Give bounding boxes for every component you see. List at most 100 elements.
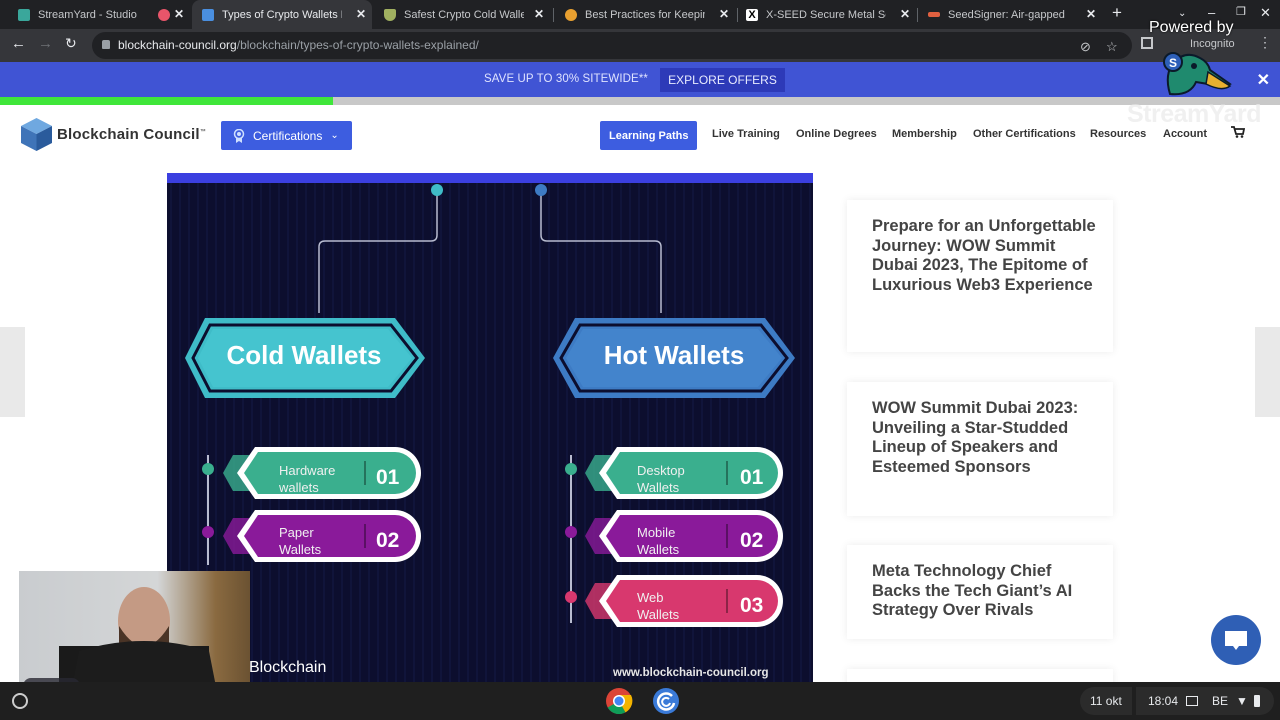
sun-favicon-icon (565, 8, 577, 21)
keyboard-locale: BE (1212, 694, 1229, 708)
nav-live-training[interactable]: Live Training (712, 128, 780, 140)
infographic-brand: Blockchain (249, 659, 327, 676)
close-tab-icon[interactable]: ✕ (174, 7, 184, 21)
prev-slide-tab[interactable] (0, 327, 25, 417)
blockchain-council-favicon-icon (202, 8, 214, 21)
explore-offers-button[interactable]: EXPLORE OFFERS (660, 68, 785, 92)
close-banner-icon[interactable]: ✕ (1257, 70, 1270, 90)
nav-account[interactable]: Account (1163, 128, 1207, 140)
cold-wallets-title: Cold Wallets (226, 340, 382, 370)
wallet-item-number: 01 (376, 466, 400, 489)
label-line: Web (637, 590, 664, 605)
tab-seedsigner[interactable]: SeedSigner: Air-gapped DIY B ✕ (918, 0, 1102, 29)
new-tab-button[interactable]: + (1112, 3, 1122, 23)
wallet-item-number: 03 (740, 594, 764, 617)
tab-separator (553, 8, 554, 22)
lock-icon (102, 40, 110, 49)
clock-time: 18:04 (1148, 694, 1179, 708)
side-panel-icon[interactable] (1141, 37, 1153, 49)
promo-text: SAVE UP TO 30% SITEWIDE** (484, 73, 648, 85)
tracking-protection-eye-off-icon[interactable]: ⊘ (1080, 39, 1091, 55)
x-seed-favicon-icon: X (746, 8, 758, 21)
close-tab-icon[interactable]: ✕ (719, 7, 729, 21)
nav-learning-paths[interactable]: Learning Paths (600, 121, 698, 150)
launcher-circle-icon[interactable] (12, 693, 28, 709)
wallet-types-infographic: Cold Wallets Hot Wallets Hardware wallets… (167, 173, 813, 682)
url-text: blockchain-council.org/blockchain/types-… (118, 38, 479, 52)
label-line: Paper (279, 525, 314, 540)
restore-icon[interactable]: ❐ (1236, 5, 1246, 18)
address-bar[interactable]: blockchain-council.org/blockchain/types-… (92, 32, 1132, 59)
reload-icon[interactable]: ↻ (65, 35, 77, 52)
date-tray[interactable]: 11 okt (1080, 687, 1132, 715)
wallet-item-number: 02 (376, 529, 400, 552)
next-slide-tab[interactable] (1255, 327, 1280, 417)
nav-membership[interactable]: Membership (892, 128, 957, 140)
label-line: Mobile (637, 525, 676, 540)
tab-label: StreamYard - Studio (38, 8, 137, 21)
tab-types-of-crypto-wallets[interactable]: Types of Crypto Wallets Expl ✕ (192, 0, 372, 29)
streamyard-watermark: StreamYard (1127, 100, 1261, 128)
url-domain: blockchain-council.org (118, 38, 237, 52)
article-card[interactable] (847, 669, 1113, 682)
streamyard-favicon-icon (18, 8, 30, 21)
screen-cast-icon (1186, 696, 1199, 706)
tab-label: X-SEED Secure Metal Seed P (766, 8, 886, 21)
minimize-icon[interactable]: – (1208, 5, 1215, 20)
tab-streamyard[interactable]: StreamYard - Studio (8, 0, 153, 29)
label-line: Wallets (637, 542, 680, 557)
back-arrow-icon[interactable]: ← (11, 35, 26, 52)
wallet-item-number: 01 (740, 466, 764, 489)
close-tab-icon[interactable]: ✕ (534, 7, 544, 21)
tab-safest-cold-wallet[interactable]: Safest Crypto Cold Wallet | C ✕ (374, 0, 550, 29)
timeline-dot (202, 463, 214, 475)
nav-other-certifications[interactable]: Other Certifications (973, 128, 1076, 140)
label-line: wallets (279, 480, 319, 495)
promo-banner: SAVE UP TO 30% SITEWIDE** EXPLORE OFFERS… (0, 62, 1280, 97)
label-line: Hardware (279, 463, 336, 478)
wifi-icon: ▼ (1236, 694, 1248, 708)
article-card[interactable]: Prepare for an Unforgettable Journey: WO… (847, 200, 1113, 352)
close-tab-icon[interactable]: ✕ (1086, 7, 1096, 21)
forward-arrow-icon[interactable]: → (38, 35, 53, 52)
wallet-item-label: Paper Wallets (279, 524, 369, 558)
article-title[interactable]: Meta Technology Chief Backs the Tech Gia… (872, 562, 1102, 621)
close-window-icon[interactable]: ✕ (1260, 5, 1271, 21)
wallet-item-label: Web Wallets (637, 589, 727, 623)
reading-progress-bar (0, 97, 1280, 105)
tab-best-practices[interactable]: Best Practices for Keeping S ✕ (555, 0, 735, 29)
os-shelf: 11 okt 18:04 BE ▼ (0, 682, 1280, 720)
label-line: Desktop (637, 463, 685, 478)
tab-label: Best Practices for Keeping S (585, 8, 705, 21)
chat-widget-button[interactable] (1211, 615, 1261, 665)
article-title[interactable]: Prepare for an Unforgettable Journey: WO… (872, 217, 1102, 295)
article-card[interactable]: Meta Technology Chief Backs the Tech Gia… (847, 545, 1113, 639)
close-tab-icon[interactable]: ✕ (356, 7, 366, 21)
powered-by-text: Powered by (1149, 19, 1234, 36)
article-title[interactable]: WOW Summit Dubai 2023: Unveiling a Star-… (872, 399, 1102, 477)
tab-recording[interactable]: ✕ (148, 0, 190, 29)
nav-resources[interactable]: Resources (1090, 128, 1146, 140)
menu-kebab-icon[interactable]: ⋮ (1258, 34, 1272, 51)
app-swirl-icon[interactable] (652, 687, 680, 715)
infographic-url: www.blockchain-council.org (613, 667, 769, 679)
reading-progress-fill (0, 97, 333, 105)
shield-favicon-icon (384, 8, 396, 21)
bookmark-star-icon[interactable]: ☆ (1106, 39, 1118, 55)
status-tray[interactable]: 18:04 BE ▼ (1136, 687, 1274, 715)
browser-toolbar: ← → ↻ blockchain-council.org/blockchain/… (0, 29, 1280, 62)
close-tab-icon[interactable]: ✕ (900, 7, 910, 21)
chat-bubble-icon (1225, 631, 1247, 650)
record-favicon-icon (158, 8, 170, 21)
main-nav: Learning Paths Live Training Online Degr… (0, 121, 1280, 151)
tab-x-seed[interactable]: X X-SEED Secure Metal Seed P ✕ (736, 0, 916, 29)
svg-text:S: S (1169, 56, 1177, 70)
chrome-app-icon[interactable] (605, 687, 633, 715)
url-path: /blockchain/types-of-crypto-wallets-expl… (236, 38, 479, 52)
nav-online-degrees[interactable]: Online Degrees (796, 128, 877, 140)
wallet-item-label: Hardware wallets (279, 462, 369, 496)
tab-search-chevron-icon[interactable]: ⌄ (1178, 8, 1186, 19)
label-line: Wallets (637, 607, 680, 622)
article-card[interactable]: WOW Summit Dubai 2023: Unveiling a Star-… (847, 382, 1113, 516)
label-line: Wallets (279, 542, 322, 557)
